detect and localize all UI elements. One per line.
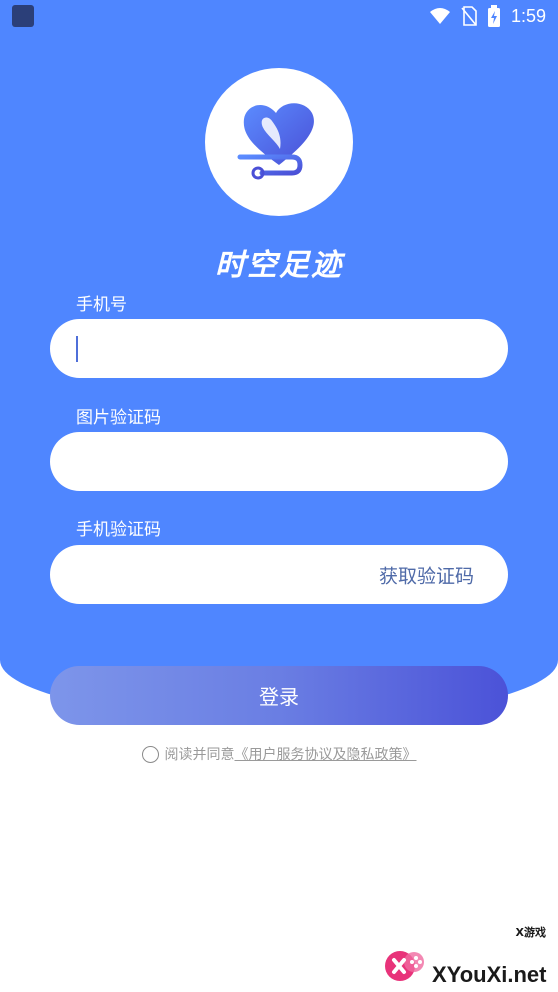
status-bar: 1:59 (0, 0, 558, 32)
phone-label: 手机号 (76, 295, 127, 315)
heart-path-logo (237, 103, 314, 180)
sms-code-input[interactable] (74, 564, 320, 585)
agreement-prefix: 阅读并同意 (164, 747, 235, 763)
status-time: 1:59 (510, 5, 546, 26)
image-captcha-label: 图片验证码 (76, 408, 161, 428)
notification-app-icon (12, 5, 34, 27)
no-sim-icon (461, 6, 477, 26)
watermark-small-text: X游戏 (515, 926, 546, 939)
get-code-button[interactable]: 获取验证码 (379, 561, 474, 588)
agreement-link[interactable]: 《用户服务协议及隐私政策》 (235, 744, 417, 764)
watermark-text: XYouXi.net (432, 962, 547, 987)
battery-charging-icon (487, 5, 500, 27)
app-title: 时空足迹 (215, 248, 343, 283)
phone-field[interactable] (50, 319, 508, 378)
agreement-row: 阅读并同意 《用户服务协议及隐私政策》 (0, 744, 558, 764)
phone-input[interactable] (77, 338, 484, 359)
status-icons: 1:59 (429, 5, 546, 27)
image-captcha-field[interactable] (50, 432, 508, 491)
agreement-radio[interactable] (141, 745, 159, 763)
login-button[interactable]: 登录 (50, 666, 508, 725)
sms-code-field[interactable]: 获取验证码 (50, 545, 508, 604)
app-logo (205, 68, 353, 216)
site-watermark: X游戏 XYouXi.net (382, 924, 552, 986)
sms-code-label: 手机验证码 (76, 520, 161, 540)
gamepad-logo-icon (385, 951, 424, 981)
image-captcha-input[interactable] (74, 451, 484, 472)
wifi-icon (429, 8, 450, 24)
